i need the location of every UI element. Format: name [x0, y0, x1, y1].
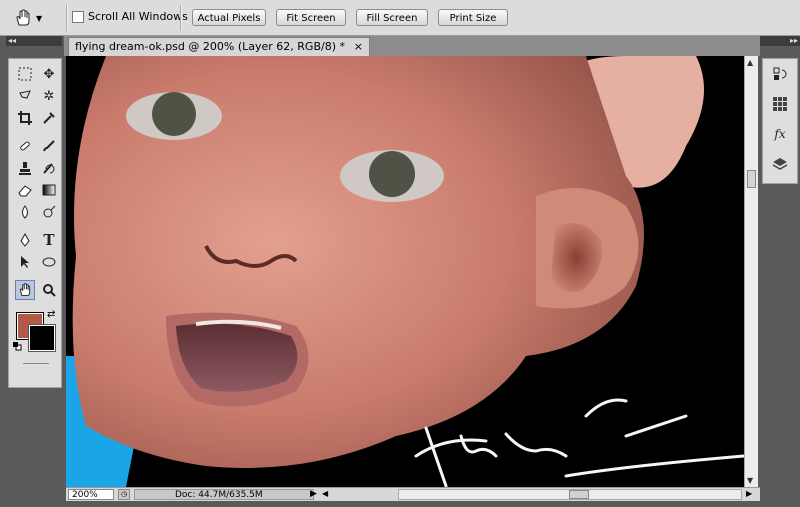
shape-icon[interactable] [39, 252, 59, 272]
scroll-left-icon[interactable]: ◀ [322, 489, 328, 498]
type-icon[interactable]: T [39, 230, 59, 250]
styles-icon[interactable]: fx [763, 119, 797, 149]
dodge-icon[interactable] [39, 202, 59, 222]
right-dock-header[interactable]: ▸▸ [760, 36, 800, 46]
scroll-all-windows-label: Scroll All Windows [88, 10, 188, 23]
zoom-level-field[interactable]: 200% [68, 489, 114, 500]
fill-screen-button[interactable]: Fill Screen [356, 9, 428, 26]
status-menu-arrow-icon[interactable]: ▶ [310, 489, 317, 499]
scroll-right-icon[interactable]: ▶ [746, 489, 752, 498]
document-canvas[interactable] [66, 56, 744, 487]
chevron-down-icon: ▼ [36, 13, 43, 23]
blur-icon[interactable] [15, 202, 35, 222]
checkbox-box[interactable] [72, 10, 84, 23]
hand-icon [16, 9, 30, 26]
history-brush-icon[interactable] [39, 158, 59, 178]
magic-wand-icon[interactable]: ✲ [39, 86, 59, 106]
horizontal-scrollbar[interactable] [398, 489, 742, 500]
scroll-all-windows-checkbox[interactable]: Scroll All Windows [72, 10, 188, 23]
crop-icon[interactable] [15, 108, 35, 128]
hand-icon[interactable] [15, 280, 35, 300]
swap-colors-icon[interactable]: ⇄ [47, 309, 55, 320]
horizontal-scroll-thumb[interactable] [569, 490, 589, 499]
tool-preset-picker[interactable]: ▼ [14, 6, 62, 30]
document-info: Doc: 44.7M/635.5M [134, 489, 314, 500]
move-icon[interactable]: ✥ [39, 64, 59, 84]
zoom-icon[interactable] [39, 280, 59, 300]
options-bar: ▼ Scroll All Windows Actual Pixels Fit S… [0, 0, 800, 36]
status-bar: 200% ◷ Doc: 44.7M/635.5M ▶ ◀ ▶ [66, 487, 760, 501]
swatches-icon[interactable] [763, 89, 797, 119]
document-tab[interactable]: flying dream-ok.psd @ 200% (Layer 62, RG… [68, 37, 370, 56]
eyedropper-icon[interactable] [39, 108, 59, 128]
document-tab-title: flying dream-ok.psd @ 200% (Layer 62, RG… [75, 40, 345, 53]
vertical-scrollbar[interactable]: ▲ ▼ [744, 56, 758, 487]
healing-brush-icon[interactable] [15, 136, 35, 156]
default-colors-icon[interactable] [13, 341, 22, 351]
scroll-up-icon[interactable]: ▲ [747, 58, 753, 67]
background-color-swatch[interactable] [28, 324, 56, 352]
scroll-down-icon[interactable]: ▼ [747, 476, 753, 485]
collapse-icon[interactable]: ◂◂ [8, 36, 16, 45]
clone-stamp-icon[interactable] [15, 158, 35, 178]
path-selection-icon[interactable] [15, 252, 35, 272]
vertical-scroll-thumb[interactable] [747, 170, 756, 188]
quick-mask-divider [23, 363, 49, 364]
lasso-icon[interactable] [15, 86, 35, 106]
eraser-icon[interactable] [15, 180, 35, 200]
marquee-icon[interactable] [15, 64, 35, 84]
brush-icon[interactable] [39, 136, 59, 156]
toolbox: ✥ ✲ T ⇄ [8, 58, 62, 388]
artwork-painting [66, 56, 744, 487]
print-size-button[interactable]: Print Size [438, 9, 508, 26]
gradient-icon[interactable] [39, 180, 59, 200]
status-options-icon[interactable]: ◷ [118, 489, 130, 500]
fit-screen-button[interactable]: Fit Screen [276, 9, 346, 26]
panel-icon-strip: fx [762, 58, 798, 184]
history-icon[interactable] [763, 59, 797, 89]
layers-icon[interactable] [763, 149, 797, 179]
actual-pixels-button[interactable]: Actual Pixels [192, 9, 266, 26]
toolbox-header[interactable]: ◂◂ [6, 36, 62, 46]
close-icon[interactable]: × [354, 38, 363, 56]
expand-icon[interactable]: ▸▸ [790, 36, 798, 45]
pen-icon[interactable] [15, 230, 35, 250]
